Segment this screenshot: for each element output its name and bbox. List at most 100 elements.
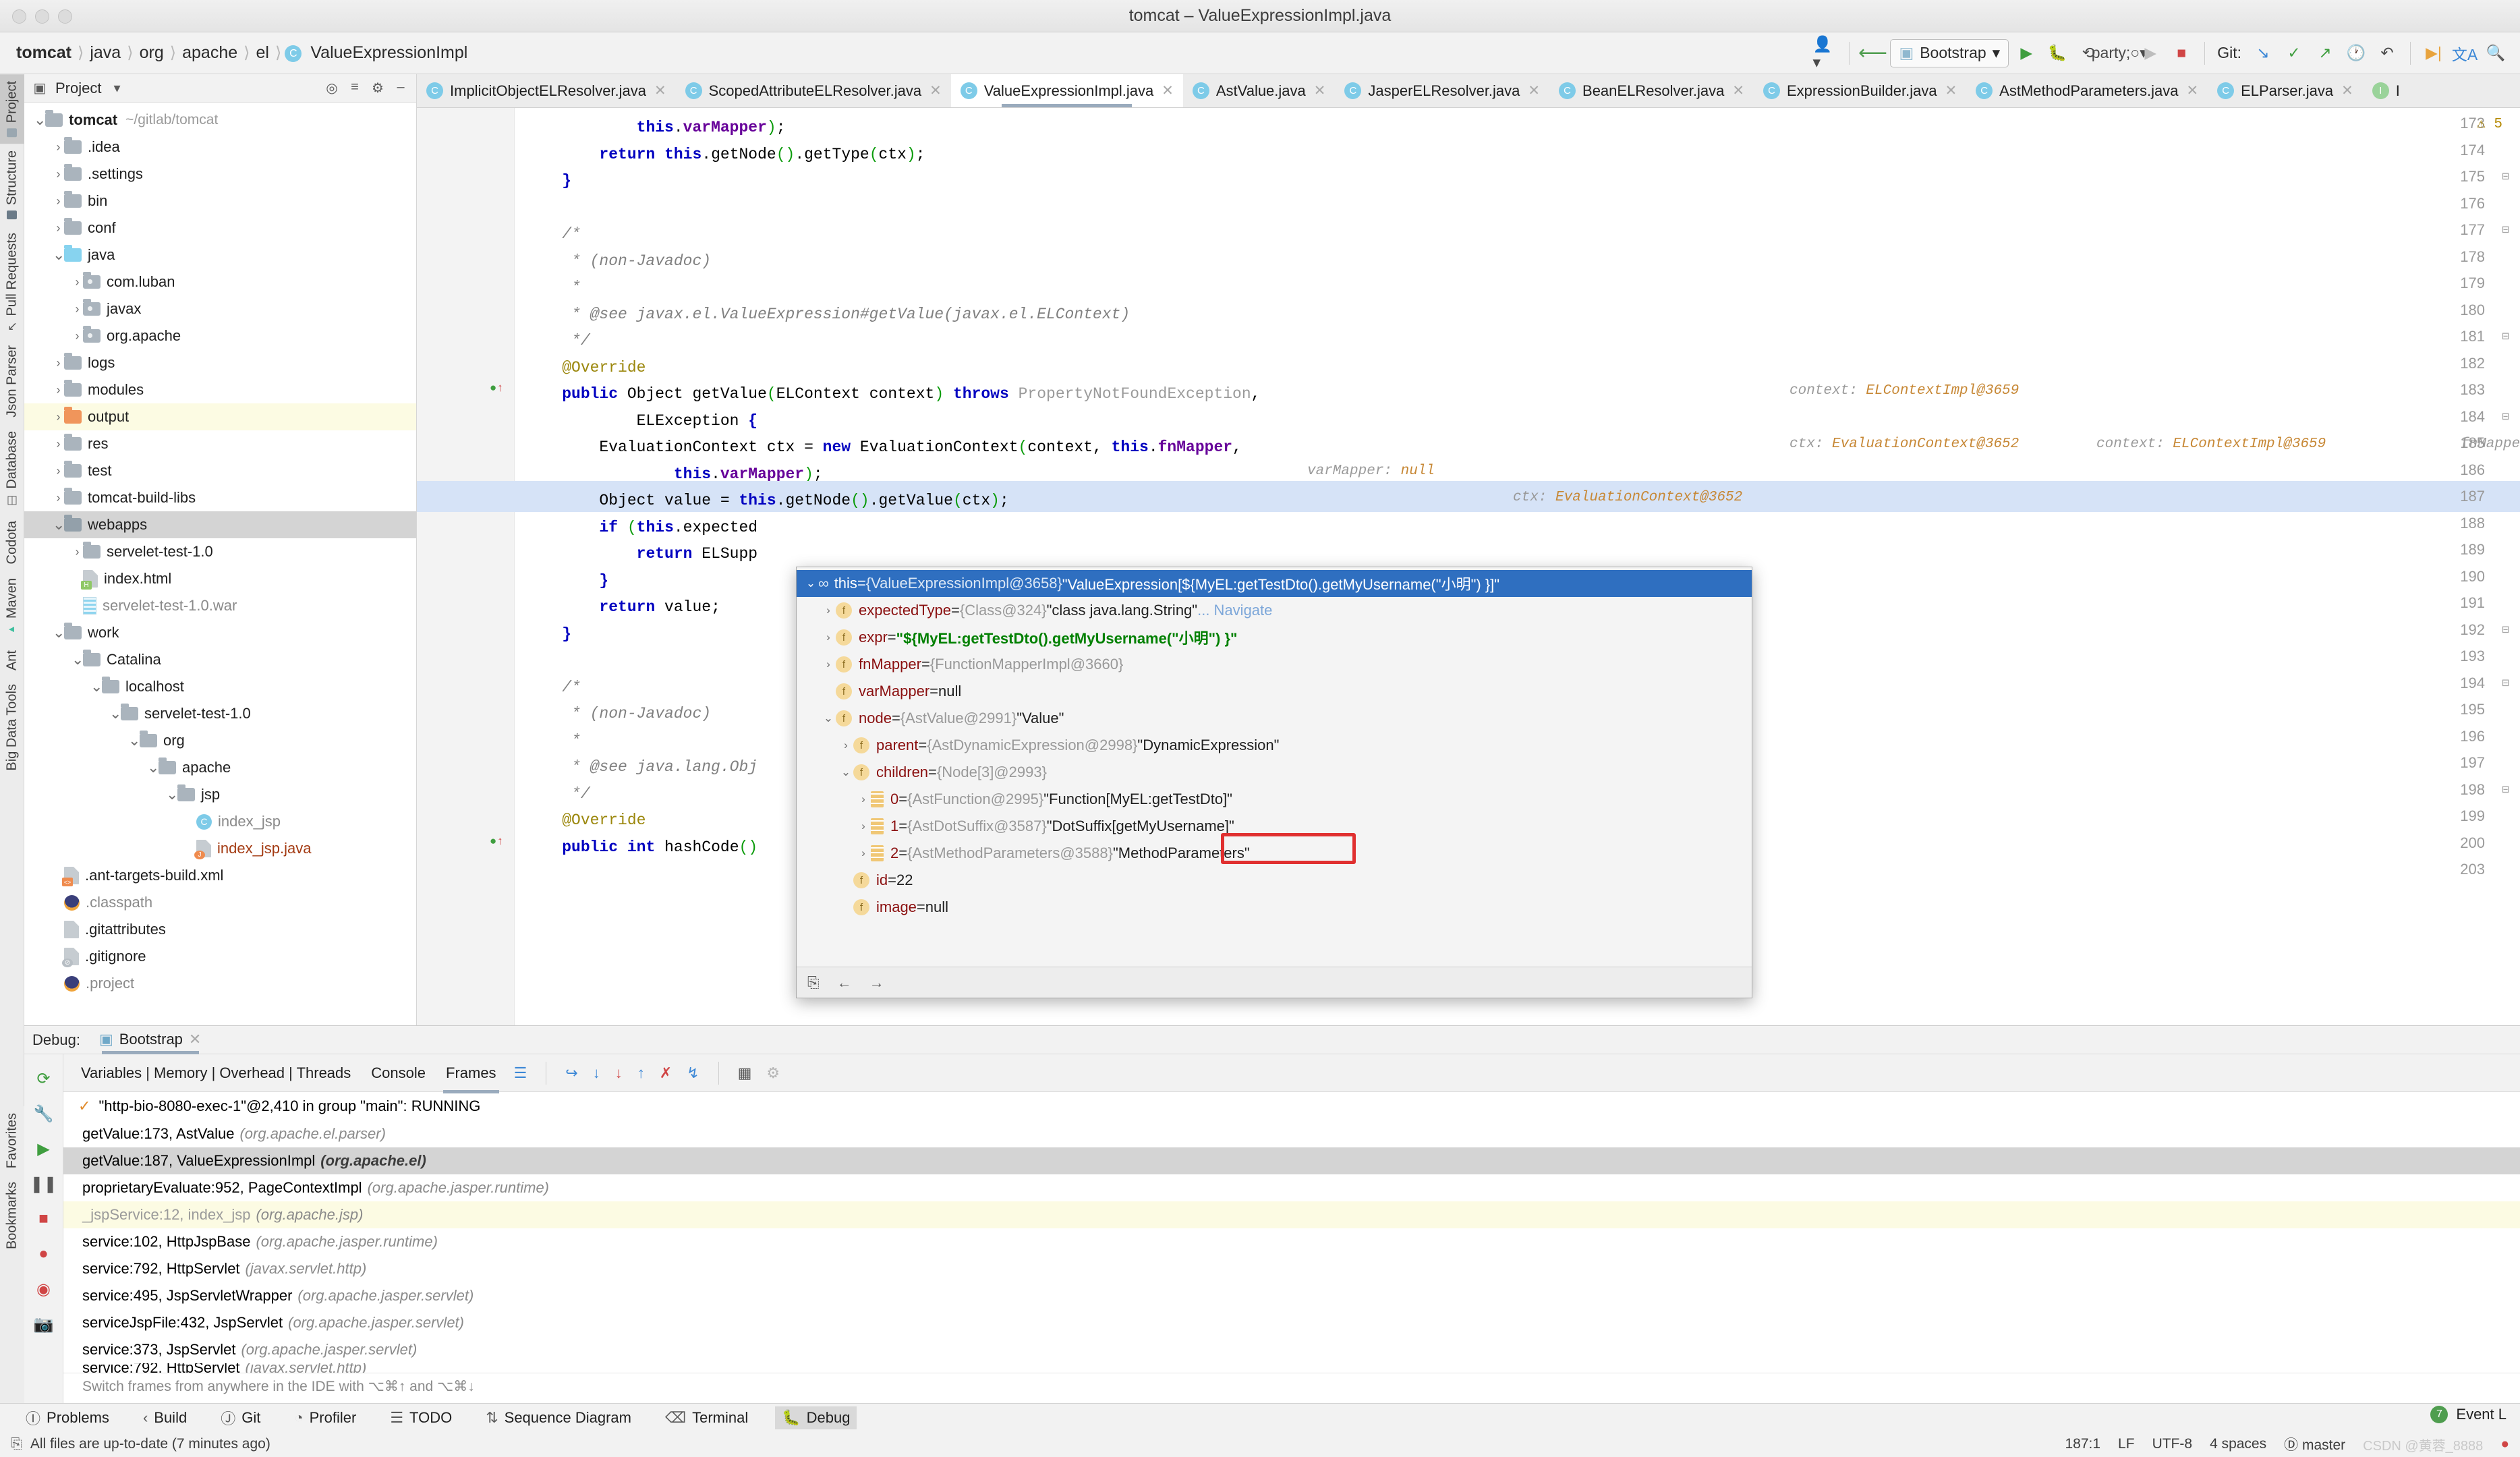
tree-item[interactable]: › org.apache [24,322,416,349]
resume-program-icon[interactable]: ▶ [24,1131,63,1166]
breadcrumb-item-java[interactable]: java [87,43,123,63]
bottom-toolwindow-tabs[interactable]: Ⓘ Problems ‹ Build Ⓙ Git ◔ Profiler ☰ TODO ⇅ Sequen… [0,1403,2520,1431]
settings-wrench-icon[interactable]: 🔧 [24,1096,63,1131]
tree-item[interactable]: › test [24,457,416,484]
line-number[interactable]: 178 [2460,248,2485,266]
event-log-widget[interactable]: 7 Event L [2430,1406,2507,1423]
debugger-tree-row[interactable]: › 0 = {AstFunction@2995} "Function[MyEL:g… [797,786,1752,813]
tree-item[interactable]: › javax [24,295,416,322]
line-number[interactable]: 195 [2460,701,2485,718]
chevron-right-icon[interactable]: › [53,356,64,370]
chevron-down-icon[interactable]: ⌄ [53,248,65,262]
expand-all-icon[interactable]: ≡ [346,80,364,96]
sidebar-item-big-data-tools[interactable]: Big Data Tools [0,677,24,778]
debug-session-tab[interactable]: ▣ Bootstrap ✕ [92,1027,208,1054]
line-number[interactable]: 196 [2460,728,2485,745]
code-line[interactable]: * @see javax.el.ValueExpression#getValue… [525,299,1130,330]
tree-item[interactable]: › com.luban [24,268,416,295]
close-tab-icon[interactable]: ✕ [654,82,666,99]
chevron-right-icon[interactable]: › [821,631,836,644]
stack-frame-row[interactable]: proprietaryEvaluate:952, PageContextImpl… [63,1174,2520,1201]
tree-item[interactable]: › res [24,430,416,457]
line-number[interactable]: 184 [2460,408,2485,426]
rollback-icon[interactable]: ↶ [2374,40,2401,67]
debugger-tree-row[interactable]: ⌄ f children = {Node[3]@2993} [797,759,1752,786]
breadcrumb-item-tomcat[interactable]: tomcat [13,43,74,63]
chevron-down-icon[interactable]: ⌄ [109,706,121,721]
rerun-icon[interactable]: ⟳ [24,1061,63,1096]
line-number[interactable]: 181 [2460,328,2485,345]
chevron-down-icon[interactable]: ⌄ [803,577,818,590]
close-tab-icon[interactable]: ✕ [1162,82,1174,99]
stop-icon[interactable]: ■ [2168,40,2195,67]
step-over-icon[interactable]: ↪ [565,1064,577,1082]
tree-item[interactable]: › modules [24,376,416,403]
bottom-tab-problems[interactable]: Ⓘ Problems [19,1404,116,1431]
close-tab-icon[interactable]: ✕ [2341,82,2353,99]
line-number[interactable]: 180 [2460,302,2485,319]
line-number[interactable]: 177 [2460,221,2485,239]
run-to-cursor-icon[interactable]: ↯ [687,1064,699,1082]
stop-icon[interactable]: ■ [24,1201,63,1236]
chevron-right-icon[interactable]: › [53,491,64,505]
breadcrumb-item-apache[interactable]: apache [179,43,240,63]
line-number[interactable]: 203 [2460,861,2485,878]
debug-icon[interactable]: 🐛 [2044,40,2071,67]
view-breakpoints-icon[interactable]: ◉ [24,1272,63,1307]
sidebar-item-ant[interactable]: Ant [0,644,24,677]
stack-frame-row[interactable]: getValue:187, ValueExpressionImpl (org.ap… [63,1147,2520,1174]
editor-tab[interactable]: C ScopedAttributeELResolver.java ✕ [676,74,951,107]
close-window-button[interactable] [12,9,26,24]
bottom-tab-build[interactable]: ‹ Build [136,1406,194,1429]
settings-gear-icon[interactable]: ⚙ [369,80,386,96]
camera-icon[interactable]: 📷 [24,1307,63,1342]
bottom-tab-profiler[interactable]: ◔ Profiler [287,1406,363,1429]
tree-item[interactable]: ⌄ work [24,619,416,646]
copy-value-icon[interactable]: ⎘ [807,974,820,992]
code-fold-icon[interactable]: ⊟ [2502,409,2509,424]
sidebar-item-pull-requests[interactable]: ↖ Pull Requests [0,226,24,339]
tree-item[interactable]: Cindex_jsp [24,808,416,835]
editor-tab[interactable]: C ExpressionBuilder.java ✕ [1754,74,1966,107]
window-controls[interactable] [12,9,72,24]
sidebar-item-codota[interactable]: Codota [0,514,24,571]
debug-tabs-toolbar[interactable]: Variables | Memory | Overhead | Threads … [63,1054,2520,1093]
run-icon[interactable]: ▶ [2013,40,2040,67]
sidebar-item-bookmarks[interactable]: Bookmarks [0,1175,24,1256]
chevron-right-icon[interactable]: › [53,464,64,478]
tree-item[interactable]: <> .ant-targets-build.xml [24,862,416,889]
forward-arrow-icon[interactable]: → [869,974,884,992]
line-separator[interactable]: LF [2118,1436,2135,1452]
editor-gutter[interactable] [417,108,515,1025]
run-with-coverage-icon[interactable]: party;○▾ [2092,40,2148,67]
debugger-value-popup[interactable]: ⌄ ∞ this = {ValueExpressionImpl@3658} "Val… [796,567,1752,998]
debugger-tree-row[interactable]: f image = null [797,894,1752,921]
search-everywhere-icon[interactable]: 🔍 [2482,40,2509,67]
chevron-right-icon[interactable]: › [53,221,64,235]
minimize-window-button[interactable] [35,9,49,24]
tree-item[interactable]: ⊘ .gitignore [24,943,416,970]
mute-breakpoints-icon[interactable]: ● [24,1236,63,1272]
chevron-right-icon[interactable]: › [71,275,83,289]
code-line[interactable]: } [525,165,571,196]
chevron-right-icon[interactable]: › [53,437,64,451]
sidebar-item-structure[interactable]: Structure [0,144,24,226]
editor-tab[interactable]: C AstMethodParameters.java ✕ [1966,74,2208,107]
debugger-tree-row[interactable]: ⌄ f node = {AstValue@2991} "Value" [797,705,1752,732]
stack-frame-row[interactable]: serviceJspFile:432, JspServlet (org.apach… [63,1309,2520,1336]
frames-list[interactable]: getValue:173, AstValue (org.apache.el.par… [63,1120,2520,1373]
override-marker-icon[interactable]: ●↑ [490,382,503,395]
line-number[interactable]: 198 [2460,781,2485,799]
layout-icon[interactable]: ☰ [514,1064,527,1082]
editor-tab[interactable]: C ImplicitObjectELResolver.java ✕ [417,74,676,107]
chevron-right-icon[interactable]: › [53,167,64,181]
close-tab-icon[interactable]: ✕ [1314,82,1326,99]
debug-thread-row[interactable]: ✓ "http-bio-8080-exec-1"@2,410 in group … [63,1092,2520,1120]
translate-icon[interactable]: 文A [2451,40,2478,67]
line-number[interactable]: 179 [2460,275,2485,292]
chevron-down-icon[interactable]: ⌄ [53,625,65,640]
line-number[interactable]: 189 [2460,541,2485,559]
history-icon[interactable]: 🕐 [2343,40,2370,67]
line-number[interactable]: 186 [2460,461,2485,479]
chevron-right-icon[interactable]: › [71,329,83,343]
